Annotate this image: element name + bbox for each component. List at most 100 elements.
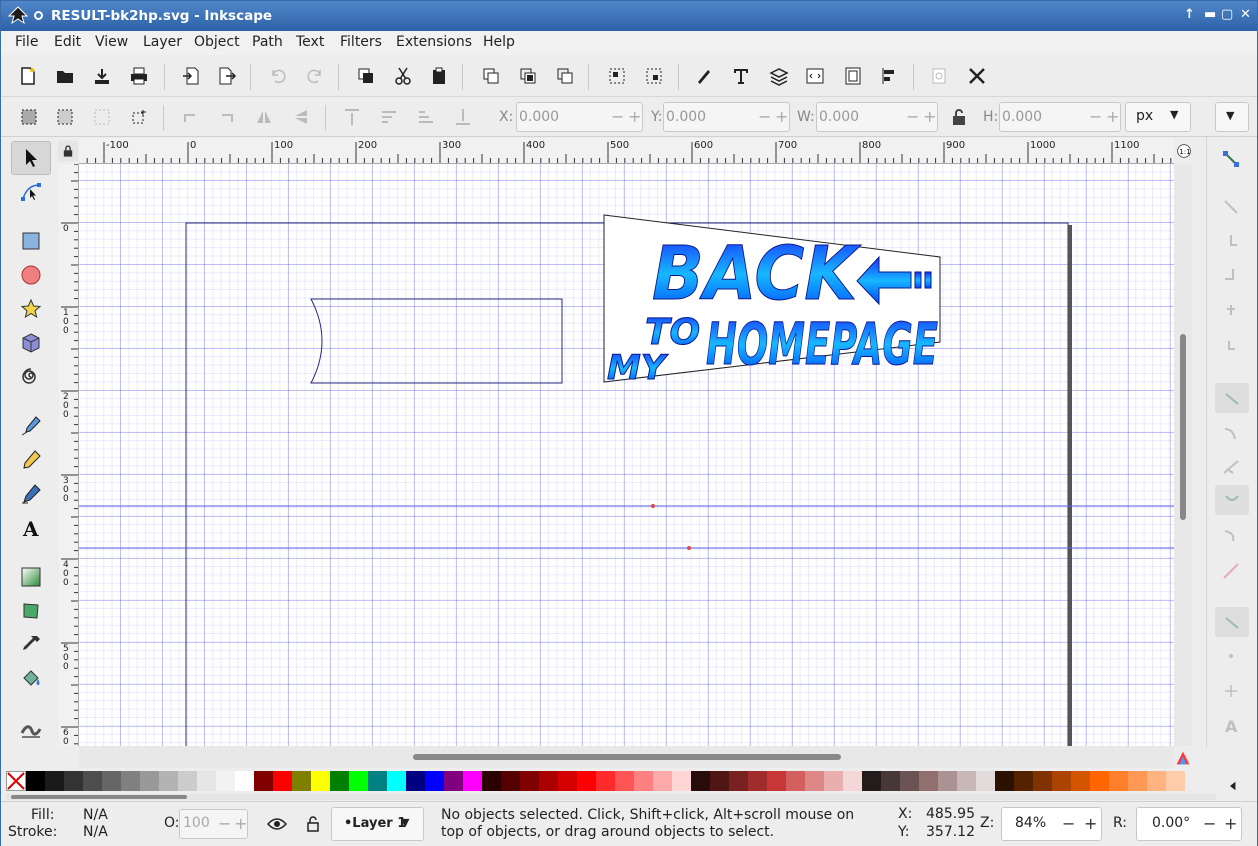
window-menu-dot[interactable] bbox=[34, 11, 43, 20]
text-tool-icon[interactable]: A bbox=[11, 511, 51, 545]
menu-filters[interactable]: Filters bbox=[340, 34, 382, 50]
color-swatch[interactable] bbox=[311, 771, 330, 791]
rotate-cw-icon[interactable] bbox=[213, 103, 241, 131]
snap-cusp-icon[interactable] bbox=[1215, 485, 1249, 515]
menu-text[interactable]: Text bbox=[296, 34, 324, 50]
lock-guides-icon[interactable] bbox=[58, 141, 78, 161]
horizontal-scrollbar[interactable] bbox=[79, 746, 1174, 768]
color-swatch[interactable] bbox=[615, 771, 634, 791]
vertical-ruler[interactable]: 0100200300400500600 bbox=[59, 164, 79, 746]
import-icon[interactable] bbox=[177, 62, 205, 90]
color-swatch[interactable] bbox=[938, 771, 957, 791]
snap-bbox-center-icon[interactable] bbox=[1217, 331, 1245, 359]
color-swatch[interactable] bbox=[273, 771, 292, 791]
unit-select[interactable]: px ▼ bbox=[1125, 102, 1191, 132]
color-swatch[interactable] bbox=[349, 771, 368, 791]
drawing-canvas[interactable]: BACK TO HOMEPAGE MY bbox=[79, 164, 1174, 746]
snap-smooth-icon[interactable] bbox=[1217, 521, 1245, 549]
preferences-icon[interactable] bbox=[963, 62, 991, 90]
text-font-icon[interactable] bbox=[727, 62, 755, 90]
menu-extensions[interactable]: Extensions bbox=[396, 34, 472, 50]
layer-visibility-eye-icon[interactable] bbox=[263, 810, 291, 838]
x-input[interactable] bbox=[519, 107, 607, 127]
color-swatch[interactable] bbox=[1090, 771, 1109, 791]
print-icon[interactable] bbox=[125, 62, 153, 90]
flip-horizontal-icon[interactable] bbox=[250, 103, 278, 131]
menu-view[interactable]: View bbox=[95, 34, 128, 50]
color-swatch[interactable] bbox=[748, 771, 767, 791]
x-spinbox[interactable]: −+ bbox=[516, 102, 643, 132]
selector-tool-icon[interactable] bbox=[11, 141, 51, 175]
align-distribute-icon[interactable] bbox=[875, 62, 903, 90]
snap-page-icon[interactable] bbox=[1217, 677, 1245, 705]
menu-path[interactable]: Path bbox=[252, 34, 283, 50]
layers-icon[interactable] bbox=[765, 62, 793, 90]
color-swatch[interactable] bbox=[102, 771, 121, 791]
paste-icon[interactable] bbox=[425, 62, 453, 90]
color-manage-icon[interactable] bbox=[1174, 749, 1192, 767]
y-spinbox[interactable]: −+ bbox=[663, 102, 790, 132]
color-swatch[interactable] bbox=[482, 771, 501, 791]
palette-menu-icon[interactable] bbox=[1223, 776, 1243, 796]
color-swatch[interactable] bbox=[691, 771, 710, 791]
color-swatch[interactable] bbox=[653, 771, 672, 791]
close-button[interactable]: ✕ bbox=[1240, 7, 1251, 22]
pencil-tool-icon[interactable] bbox=[11, 443, 51, 477]
color-swatch[interactable] bbox=[577, 771, 596, 791]
copy-icon[interactable] bbox=[352, 62, 380, 90]
snap-paths-icon[interactable] bbox=[1217, 419, 1245, 447]
color-swatch[interactable] bbox=[520, 771, 539, 791]
color-swatch[interactable] bbox=[862, 771, 881, 791]
color-swatch[interactable] bbox=[634, 771, 653, 791]
snap-bbox-icon[interactable] bbox=[1217, 193, 1245, 221]
color-swatch[interactable] bbox=[444, 771, 463, 791]
xml-editor-icon[interactable] bbox=[801, 62, 829, 90]
color-swatch[interactable] bbox=[64, 771, 83, 791]
color-swatch[interactable] bbox=[368, 771, 387, 791]
group-icon[interactable] bbox=[603, 62, 631, 90]
stroke-value[interactable]: N/A bbox=[83, 824, 108, 840]
color-swatch[interactable] bbox=[463, 771, 482, 791]
tweak-tool-icon[interactable] bbox=[11, 711, 51, 745]
star-tool-icon[interactable] bbox=[11, 292, 51, 326]
raise-icon[interactable] bbox=[375, 103, 403, 131]
color-swatch[interactable] bbox=[710, 771, 729, 791]
snap-intersections-icon[interactable] bbox=[1217, 453, 1245, 481]
rotate-ccw-icon[interactable] bbox=[176, 103, 204, 131]
color-swatch[interactable] bbox=[558, 771, 577, 791]
menu-edit[interactable]: Edit bbox=[54, 34, 81, 50]
h-input[interactable] bbox=[1002, 107, 1090, 127]
color-swatch[interactable] bbox=[976, 771, 995, 791]
maximize-button[interactable]: ▢ bbox=[1221, 7, 1233, 22]
opacity-spinbox[interactable]: 100− + bbox=[179, 809, 248, 839]
unlink-clone-icon[interactable] bbox=[551, 62, 579, 90]
color-swatch[interactable] bbox=[843, 771, 862, 791]
clone-icon[interactable] bbox=[514, 62, 542, 90]
zoom-spinbox[interactable]: 84% − + bbox=[1001, 807, 1102, 841]
color-swatch[interactable] bbox=[425, 771, 444, 791]
rectangle-tool-icon[interactable] bbox=[11, 224, 51, 258]
touch-select-icon[interactable] bbox=[125, 103, 153, 131]
undo-icon[interactable] bbox=[264, 62, 292, 90]
paint-bucket-tool-icon[interactable] bbox=[11, 662, 51, 696]
color-swatch[interactable] bbox=[1033, 771, 1052, 791]
banner-shape[interactable] bbox=[310, 298, 563, 384]
color-swatch[interactable] bbox=[1147, 771, 1166, 791]
snap-bbox-edge-icon[interactable] bbox=[1217, 227, 1245, 255]
color-swatch[interactable] bbox=[159, 771, 178, 791]
calligraphy-tool-icon[interactable] bbox=[11, 477, 51, 511]
snap-text-baseline-icon[interactable]: A bbox=[1217, 711, 1245, 739]
color-swatch[interactable] bbox=[1109, 771, 1128, 791]
color-swatch[interactable] bbox=[729, 771, 748, 791]
no-paint-swatch[interactable] bbox=[6, 771, 26, 791]
minimize-button[interactable]: ▬ bbox=[1204, 7, 1216, 22]
color-swatch[interactable] bbox=[824, 771, 843, 791]
color-swatch[interactable] bbox=[539, 771, 558, 791]
print-preview-icon[interactable] bbox=[925, 62, 953, 90]
w-spinbox[interactable]: −+ bbox=[816, 102, 938, 132]
color-swatch[interactable] bbox=[900, 771, 919, 791]
color-swatch[interactable] bbox=[1166, 771, 1185, 791]
color-swatch[interactable] bbox=[330, 771, 349, 791]
node-tool-icon[interactable] bbox=[11, 175, 51, 209]
fill-stroke-icon[interactable] bbox=[690, 62, 718, 90]
